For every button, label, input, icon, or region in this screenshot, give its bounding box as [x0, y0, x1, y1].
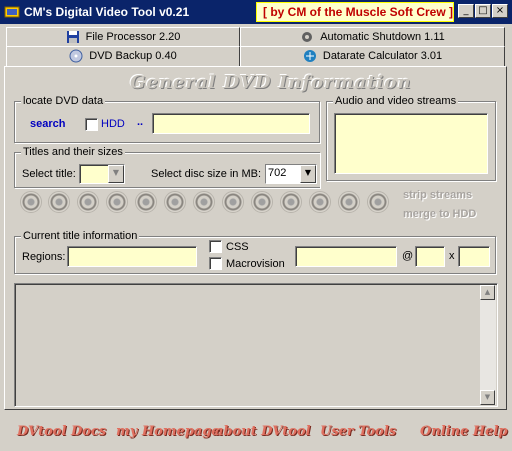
css-checkbox[interactable]: [209, 240, 222, 253]
hdd-checkbox[interactable]: [85, 118, 98, 131]
tab-label: File Processor 2.20: [85, 31, 181, 43]
close-button[interactable]: ×: [492, 4, 508, 18]
resolution-field: [458, 246, 490, 267]
macrovision-checkbox[interactable]: [209, 257, 222, 270]
tab-datarate-calculator[interactable]: Datarate Calculator 3.01: [240, 46, 505, 66]
at-label: @: [402, 250, 414, 262]
vertical-scrollbar[interactable]: ▲ ▼: [480, 285, 496, 405]
title-info-field: [295, 246, 397, 267]
floppy-icon: [66, 31, 79, 44]
disc-size-dropdown[interactable]: 702 ▼: [265, 164, 317, 184]
search-link[interactable]: search: [30, 118, 65, 130]
title-button[interactable]: [222, 191, 244, 213]
minimize-button[interactable]: _: [458, 4, 474, 18]
app-icon: [4, 6, 20, 18]
merge-to-hdd-button[interactable]: merge to HDD: [403, 208, 476, 220]
select-title-dropdown[interactable]: ▼: [79, 164, 125, 184]
tab-dvd-backup[interactable]: DVD Backup 0.40: [6, 46, 240, 67]
locate-dvd-group: locate DVD data search HDD ..: [14, 95, 320, 143]
title-button[interactable]: [106, 191, 128, 213]
title-button[interactable]: [193, 191, 215, 213]
regions-field: [67, 246, 197, 267]
title-banner: [ by CM of the Muscle Soft Crew ]: [256, 2, 454, 22]
dvd-icon: [69, 49, 83, 63]
about-dvtool-link[interactable]: about DVtool: [215, 424, 311, 439]
macrovision-label: Macrovision: [226, 258, 285, 270]
regions-label: Regions:: [22, 251, 66, 263]
streams-group: Audio and video streams: [326, 95, 496, 181]
title-button[interactable]: [280, 191, 302, 213]
tab-label: DVD Backup 0.40: [89, 50, 177, 62]
my-homepage-link[interactable]: my Homepage: [116, 424, 220, 439]
chevron-down-icon[interactable]: ▼: [300, 165, 316, 183]
strip-streams-button[interactable]: strip streams: [403, 189, 472, 201]
scroll-up-icon[interactable]: ▲: [480, 285, 495, 300]
title-button[interactable]: [309, 191, 331, 213]
scroll-down-icon[interactable]: ▼: [480, 390, 495, 405]
dvd-path-input[interactable]: [152, 113, 310, 134]
window-title: CM's Digital Video Tool v0.21: [24, 5, 190, 19]
group-legend: Titles and their sizes: [21, 146, 125, 158]
tab-label: Datarate Calculator 3.01: [322, 50, 443, 62]
group-legend: Current title information: [21, 230, 140, 242]
maximize-button[interactable]: □: [475, 4, 491, 18]
disc-size-value: 702: [268, 167, 287, 179]
titles-group: Titles and their sizes Select title: ▼ S…: [14, 146, 320, 188]
title-button[interactable]: [164, 191, 186, 213]
chevron-down-icon[interactable]: ▼: [108, 165, 124, 183]
hdd-label: HDD: [101, 118, 125, 130]
section-banner: General DVD Information: [130, 72, 412, 93]
streams-list[interactable]: [334, 113, 488, 174]
x-label: x: [449, 250, 455, 262]
tab-label: Automatic Shutdown 1.11: [320, 31, 445, 43]
gear-icon: [302, 32, 313, 43]
current-title-group: Current title information Regions: CSS M…: [14, 230, 496, 274]
select-title-label: Select title:: [22, 168, 76, 180]
browse-link[interactable]: ..: [137, 116, 143, 128]
title-button[interactable]: [20, 191, 42, 213]
title-button[interactable]: [48, 191, 70, 213]
title-button[interactable]: [77, 191, 99, 213]
dvtool-docs-link[interactable]: DVtool Docs: [17, 424, 106, 439]
title-button[interactable]: [251, 191, 273, 213]
framerate-field: [415, 246, 445, 267]
tab-automatic-shutdown[interactable]: Automatic Shutdown 1.11: [240, 27, 505, 47]
calculator-icon: [303, 50, 316, 63]
disc-size-label: Select disc size in MB:: [151, 168, 262, 180]
title-button[interactable]: [367, 191, 389, 213]
window-subtitle: [ by CM of the Muscle Soft Crew ]: [263, 5, 454, 19]
group-legend: Audio and video streams: [333, 95, 459, 107]
online-help-link[interactable]: Online Help: [420, 424, 507, 439]
title-button[interactable]: [135, 191, 157, 213]
title-buttons-row: [20, 191, 390, 217]
tab-file-processor[interactable]: File Processor 2.20: [6, 27, 240, 47]
css-label: CSS: [226, 241, 249, 253]
title-button[interactable]: [338, 191, 360, 213]
log-textarea[interactable]: ▲ ▼: [14, 283, 498, 407]
user-tools-link[interactable]: User Tools: [320, 424, 396, 439]
group-legend: locate DVD data: [21, 95, 106, 107]
